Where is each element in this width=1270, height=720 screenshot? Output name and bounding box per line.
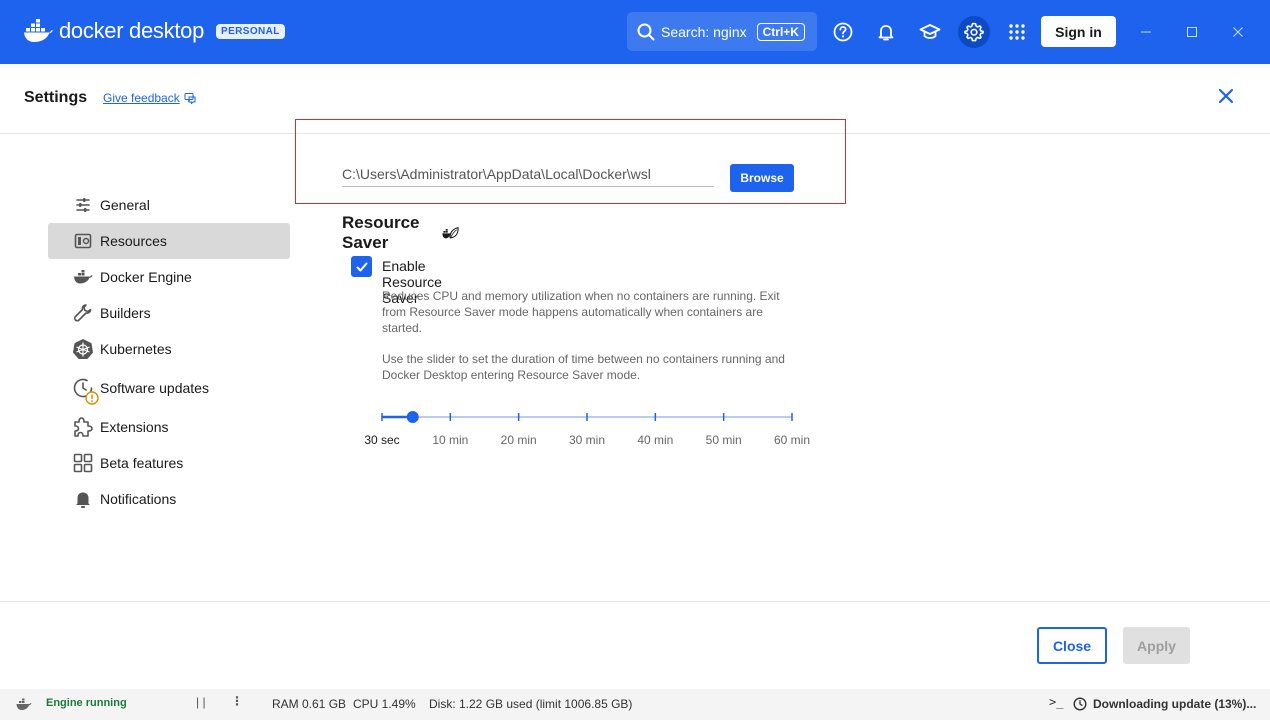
sidebar-item-label: Docker Engine: [100, 269, 192, 285]
global-search[interactable]: Search: nginx Ctrl+K: [627, 12, 817, 51]
search-label: Search: nginx: [661, 23, 747, 40]
graduation-cap-icon: [919, 24, 941, 39]
bell-icon: [878, 25, 894, 41]
slider-thumb[interactable]: [406, 411, 419, 423]
help-button[interactable]: [827, 16, 859, 48]
engine-status: Engine running: [46, 697, 127, 709]
plan-badge: PERSONAL: [216, 23, 285, 39]
page-title: Settings: [24, 89, 88, 106]
feedback-icon: [184, 93, 196, 104]
pause-icon[interactable]: | |: [196, 695, 206, 709]
apply-button[interactable]: Apply: [1123, 627, 1190, 664]
disk-usage: Disk: 1.22 GB used (limit 1006.85 GB): [429, 697, 633, 711]
resources-icon: [72, 230, 94, 252]
top-bar: docker desktop PERSONAL Search: nginx Ct…: [0, 0, 1270, 64]
gear-icon: [964, 22, 984, 42]
settings-sidebar: General Resources Docker Engine Builders…: [48, 187, 290, 517]
slider-tick-label: 30 sec: [364, 433, 400, 447]
settings-button[interactable]: [958, 16, 990, 48]
slider-tick-labels: 30 sec 10 min 20 min 30 min 40 min 50 min 60 m…: [342, 433, 822, 449]
checkmark-icon: [356, 262, 367, 271]
sidebar-item-label: Beta features: [100, 455, 184, 471]
resource-saver-leaf-icon: [442, 227, 459, 239]
close-icon: [1218, 88, 1234, 104]
slider-tick-label: 30 min: [568, 433, 606, 447]
search-icon: [637, 23, 655, 40]
sidebar-item-label: Builders: [100, 305, 151, 321]
apps-grid-icon: [1009, 24, 1025, 40]
disk-image-path-field[interactable]: [342, 164, 714, 187]
search-shortcut: Ctrl+K: [756, 22, 805, 41]
sidebar-item-label: Extensions: [100, 419, 169, 435]
minimize-icon: [1141, 31, 1151, 33]
close-button[interactable]: Close: [1037, 627, 1107, 664]
resource-saver-description: Reduces CPU and memory utilization when …: [382, 289, 780, 335]
give-feedback-label: Give feedback: [103, 91, 180, 105]
enable-resource-saver-checkbox[interactable]: [351, 256, 372, 277]
settings-header: Settings Give feedback: [0, 64, 1270, 134]
sidebar-item-builders[interactable]: Builders: [48, 295, 290, 331]
close-settings-button[interactable]: [1216, 86, 1236, 106]
terminal-icon[interactable]: >_: [1049, 695, 1063, 709]
engine-whale-icon: [16, 698, 32, 710]
docker-logo: docker desktop PERSONAL: [23, 18, 285, 44]
grid-icon: [72, 452, 94, 474]
settings-footer: Close Apply: [0, 601, 1270, 689]
kubernetes-icon: [72, 338, 94, 360]
bell-icon: [72, 488, 94, 510]
sidebar-item-docker-engine[interactable]: Docker Engine: [48, 259, 290, 295]
give-feedback-link[interactable]: Give feedback: [103, 91, 196, 105]
learning-center-button[interactable]: [914, 16, 946, 48]
wrench-icon: [72, 302, 94, 324]
sidebar-item-kubernetes[interactable]: Kubernetes: [48, 331, 290, 367]
ram-usage: RAM 0.61 GB: [272, 697, 347, 711]
browse-button[interactable]: Browse: [730, 164, 794, 192]
sidebar-item-label: Notifications: [100, 491, 177, 507]
slider-tick-label: 10 min: [432, 433, 469, 447]
more-options-icon[interactable]: ⋮: [231, 694, 243, 708]
maximize-button[interactable]: [1182, 22, 1202, 42]
sidebar-item-general[interactable]: General: [48, 187, 290, 223]
clock-icon: [72, 377, 99, 405]
slider-description: Use the slider to set the duration of ti…: [382, 352, 785, 382]
resource-saver-title: Resource Saver: [342, 213, 420, 252]
sidebar-item-label: Resources: [100, 233, 167, 249]
logo-text: docker desktop: [59, 18, 204, 43]
sidebar-item-extensions[interactable]: Extensions: [48, 409, 290, 445]
sidebar-item-label: General: [100, 197, 150, 213]
notifications-button[interactable]: [870, 16, 902, 48]
sidebar-item-label: Kubernetes: [100, 341, 172, 357]
sliders-icon: [72, 194, 94, 216]
status-bar: Engine running | | ⋮ RAM 0.61 GB CPU 1.4…: [0, 689, 1270, 720]
sidebar-item-label: Software updates: [100, 380, 209, 396]
clock-icon: [1073, 697, 1087, 711]
sidebar-item-software-updates[interactable]: Software updates: [48, 367, 290, 409]
help-icon: [833, 22, 853, 42]
puzzle-icon: [72, 416, 94, 438]
resource-saver-heading: Resource Saver: [342, 213, 459, 253]
slider-tick-label: 40 min: [637, 433, 674, 447]
cpu-usage: CPU 1.49%: [353, 697, 416, 711]
apps-button[interactable]: [1001, 16, 1033, 48]
sign-in-button[interactable]: Sign in: [1041, 16, 1116, 47]
sidebar-item-notifications[interactable]: Notifications: [48, 481, 290, 517]
window-close-button[interactable]: [1228, 22, 1248, 42]
resource-saver-timeout-slider[interactable]: [362, 410, 802, 424]
warning-icon: [85, 391, 99, 405]
update-status[interactable]: Downloading update (13%)...: [1093, 697, 1256, 711]
sidebar-item-resources[interactable]: Resources: [48, 223, 290, 259]
sidebar-item-beta-features[interactable]: Beta features: [48, 445, 290, 481]
minimize-button[interactable]: [1136, 22, 1156, 42]
slider-tick-label: 50 min: [705, 433, 742, 447]
close-icon: [1233, 27, 1243, 37]
disk-image-location-row: Browse: [342, 164, 794, 192]
slider-tick-label: 60 min: [773, 433, 811, 447]
docker-whale-icon: [24, 19, 53, 42]
slider-tick-label: 20 min: [500, 433, 537, 447]
maximize-icon: [1187, 27, 1197, 37]
engine-icon: [72, 266, 94, 288]
